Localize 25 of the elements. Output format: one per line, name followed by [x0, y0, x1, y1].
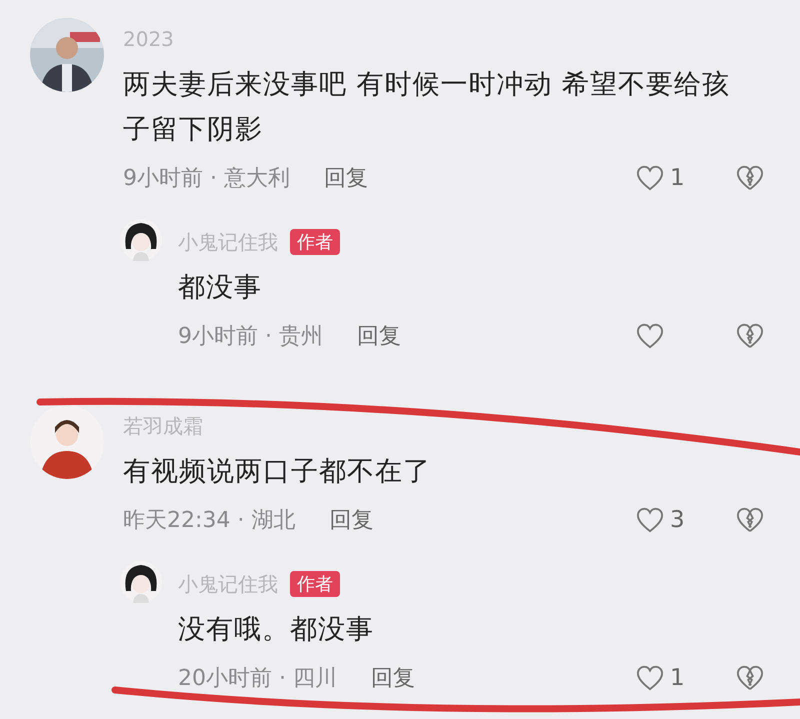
- comment-text: 有视频说两口子都不在了: [123, 455, 432, 489]
- reply-link[interactable]: 回复: [329, 505, 374, 535]
- broken-heart-icon[interactable]: [736, 665, 764, 691]
- author-badge: 作者: [290, 229, 340, 255]
- comment-meta: 9小时前 · 贵州: [178, 323, 323, 351]
- broken-heart-icon[interactable]: [736, 165, 764, 191]
- like-count: 3: [670, 507, 686, 533]
- comment-meta: 20小时前 · 四川: [178, 665, 337, 693]
- heart-icon[interactable]: [636, 665, 664, 691]
- like-count: 1: [670, 165, 686, 191]
- comment-meta: 昨天22:34 · 湖北: [123, 507, 296, 535]
- comment-text: 没有哦。都没事: [178, 613, 375, 647]
- like-count: 1: [670, 665, 686, 691]
- reply-link[interactable]: 回复: [324, 163, 368, 193]
- broken-heart-icon[interactable]: [736, 507, 764, 533]
- reply-link[interactable]: 回复: [370, 663, 415, 693]
- broken-heart-icon[interactable]: [736, 323, 764, 349]
- author-badge: 作者: [290, 571, 340, 597]
- heart-icon[interactable]: [636, 165, 664, 191]
- heart-icon[interactable]: [636, 507, 664, 533]
- comment-text: 两夫妻后来没事吧 有时候一时冲动 希望不要给孩子留下阴影: [123, 68, 732, 147]
- reply-link[interactable]: 回复: [356, 321, 401, 351]
- heart-icon[interactable]: [636, 323, 664, 349]
- comment-meta: 9小时前 · 意大利: [123, 165, 290, 193]
- comment-text: 都没事: [178, 271, 263, 305]
